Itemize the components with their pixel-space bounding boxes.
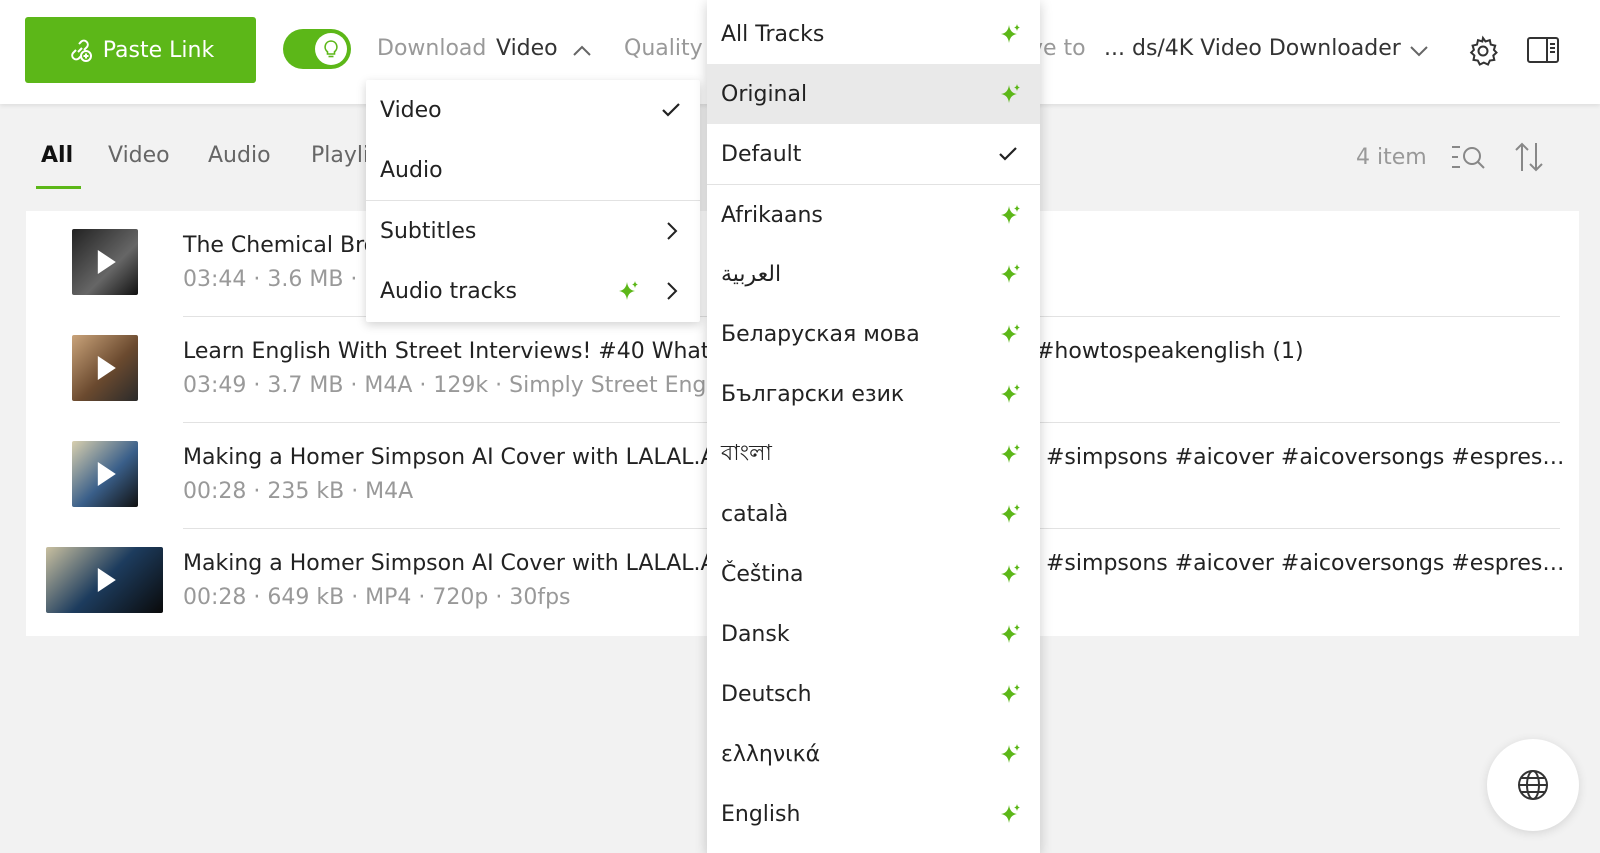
track-item-english[interactable]: English xyxy=(707,784,1040,844)
sparkle-icon xyxy=(1001,205,1020,224)
track-item-belarusian[interactable]: Беларуская мова xyxy=(707,304,1040,364)
gear-icon[interactable] xyxy=(1467,35,1499,67)
track-label: العربية xyxy=(721,261,782,287)
audio-tracks-menu: All Tracks Original Default Afrikaans العربي… xyxy=(707,0,1040,853)
tab-playlists[interactable]: Playli xyxy=(311,143,369,168)
item-title: Learn English With Street Interviews! #4… xyxy=(183,339,736,364)
menu-item-label: Subtitles xyxy=(380,218,477,244)
play-icon xyxy=(97,462,116,486)
sidebar-toggle-icon[interactable] xyxy=(1527,37,1559,63)
sparkle-icon xyxy=(1001,384,1020,403)
save-to-path-select[interactable]: ... ds/4K Video Downloader xyxy=(1104,36,1401,61)
track-label: বাংলা xyxy=(721,440,772,466)
track-item-czech[interactable]: Čeština xyxy=(707,544,1040,604)
download-label: Download xyxy=(377,36,487,61)
sparkle-icon xyxy=(1001,684,1020,703)
download-type-select[interactable]: Video xyxy=(496,36,558,61)
item-count: 4 item xyxy=(1356,145,1427,170)
active-tab-indicator xyxy=(36,186,81,189)
track-label: Original xyxy=(721,81,808,107)
item-title-continued: #simpsons #aicover #aicoversongs #espres… xyxy=(1046,551,1565,576)
item-meta: 03:49 · 3.7 MB · M4A · 129k · Simply Str… xyxy=(183,373,745,398)
menu-item-label: Audio tracks xyxy=(380,278,517,304)
track-label: Čeština xyxy=(721,561,804,587)
tab-audio[interactable]: Audio xyxy=(208,143,271,168)
track-item-bulgarian[interactable]: Български език xyxy=(707,364,1040,424)
track-label: Dansk xyxy=(721,621,790,647)
menu-item-label: Audio xyxy=(380,157,443,183)
play-icon xyxy=(97,568,116,592)
sparkle-icon xyxy=(1001,264,1020,283)
track-label: Deutsch xyxy=(721,681,812,707)
item-title: Making a Homer Simpson AI Cover with LAL… xyxy=(183,445,723,470)
search-filter-icon[interactable] xyxy=(1450,143,1486,171)
thumbnail xyxy=(46,547,163,613)
chevron-down-icon[interactable] xyxy=(1410,45,1428,57)
track-label: català xyxy=(721,501,789,527)
track-item-all-tracks[interactable]: All Tracks xyxy=(707,4,1040,64)
item-meta: 00:28 · 235 kB · M4A xyxy=(183,479,414,504)
sparkle-icon xyxy=(1001,564,1020,583)
sparkle-icon xyxy=(1001,744,1020,763)
quality-select[interactable]: Quality xyxy=(624,36,703,61)
track-item-greek[interactable]: ελληνικά xyxy=(707,724,1040,784)
track-item-arabic[interactable]: العربية xyxy=(707,244,1040,304)
checkmark-icon xyxy=(662,103,680,117)
tab-all[interactable]: All xyxy=(41,143,73,168)
item-title-continued: #simpsons #aicover #aicoversongs #espres… xyxy=(1046,445,1565,470)
lightbulb-icon xyxy=(315,33,347,65)
track-item-afrikaans[interactable]: Afrikaans xyxy=(707,185,1040,245)
sparkle-icon xyxy=(1001,804,1020,823)
download-type-menu: Video Audio Subtitles Audio tracks xyxy=(366,80,700,322)
item-meta: 00:28 · 649 kB · MP4 · 720p · 30fps xyxy=(183,585,571,610)
chevron-right-icon xyxy=(667,222,678,240)
sparkle-icon xyxy=(619,281,638,300)
track-item-german[interactable]: Deutsch xyxy=(707,664,1040,724)
track-item-danish[interactable]: Dansk xyxy=(707,604,1040,664)
track-label: Default xyxy=(721,141,802,167)
track-item-original[interactable]: Original xyxy=(707,64,1040,124)
track-item-bangla[interactable]: বাংলা xyxy=(707,424,1040,484)
checkmark-icon xyxy=(999,147,1017,161)
item-title: Making a Homer Simpson AI Cover with LAL… xyxy=(183,551,723,576)
track-item-catalan[interactable]: català xyxy=(707,484,1040,544)
sparkle-icon xyxy=(1001,324,1020,343)
menu-item-video[interactable]: Video xyxy=(366,80,700,140)
globe-icon xyxy=(1518,770,1548,800)
play-icon xyxy=(97,250,116,274)
smart-mode-toggle[interactable] xyxy=(283,29,351,69)
sparkle-icon xyxy=(1001,444,1020,463)
sort-icon[interactable] xyxy=(1514,141,1544,173)
menu-item-audio-tracks[interactable]: Audio tracks xyxy=(366,261,700,321)
thumbnail xyxy=(72,441,138,507)
sparkle-icon xyxy=(1001,84,1020,103)
item-title: The Chemical Bro xyxy=(183,233,378,258)
item-title-continued: #howtospeakenglish (1) xyxy=(1036,339,1304,364)
chevron-right-icon xyxy=(667,282,678,300)
paste-link-button[interactable]: Paste Link xyxy=(25,17,256,83)
thumbnail xyxy=(72,335,138,401)
menu-item-audio[interactable]: Audio xyxy=(366,140,700,200)
link-icon xyxy=(71,39,92,62)
track-item-default[interactable]: Default xyxy=(707,124,1040,184)
chevron-up-icon[interactable] xyxy=(573,45,591,57)
play-icon xyxy=(97,356,116,380)
sparkle-icon xyxy=(1001,24,1020,43)
menu-item-label: Video xyxy=(380,97,442,123)
menu-item-subtitles[interactable]: Subtitles xyxy=(366,201,700,261)
track-label: All Tracks xyxy=(721,21,825,47)
track-label: English xyxy=(721,801,801,827)
language-button[interactable] xyxy=(1487,739,1579,831)
sparkle-icon xyxy=(1001,504,1020,523)
track-label: ελληνικά xyxy=(721,741,821,767)
thumbnail xyxy=(72,229,138,295)
track-label: Български език xyxy=(721,381,905,407)
tab-video[interactable]: Video xyxy=(108,143,170,168)
sparkle-icon xyxy=(1001,624,1020,643)
track-label: Беларуская мова xyxy=(721,321,920,347)
track-label: Afrikaans xyxy=(721,202,823,228)
item-meta: 03:44 · 3.6 MB · M xyxy=(183,267,384,292)
paste-link-label: Paste Link xyxy=(102,37,215,63)
